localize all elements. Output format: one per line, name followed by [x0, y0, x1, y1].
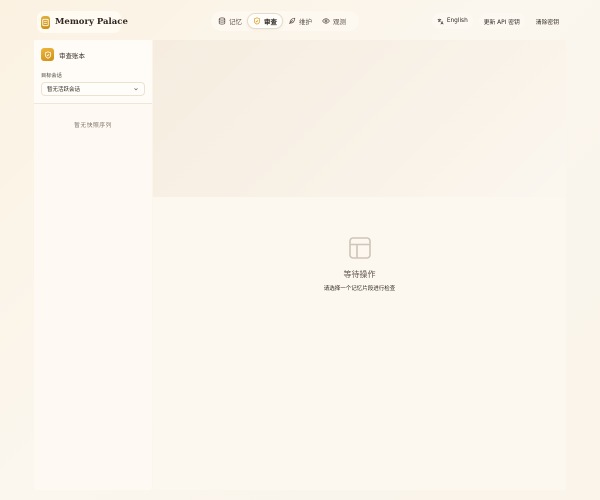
clear-key-button[interactable]: 清除密钥: [531, 13, 564, 29]
chevron-down-icon: [134, 88, 138, 91]
update-api-key-label: 更新 API 密钥: [483, 19, 520, 26]
tab-memory-label: 记忆: [229, 18, 242, 26]
tab-review[interactable]: 审查: [247, 13, 283, 29]
feather-icon: [288, 17, 296, 25]
sidebar-header: 审查账本 目标会话 暂无活跃会话: [34, 40, 152, 104]
empty-state-title: 等待操作: [343, 270, 376, 279]
tab-memory[interactable]: 记忆: [213, 13, 247, 29]
snapshot-empty-text: 暂无快照序列: [74, 123, 112, 129]
book-icon: [41, 15, 50, 29]
sidebar-title-row: 审查账本: [41, 47, 145, 62]
shield-icon: [41, 48, 54, 61]
tab-review-label: 审查: [264, 18, 277, 26]
sidebar-title: 审查账本: [59, 51, 85, 60]
app-title: Memory Palace: [55, 17, 128, 27]
translate-icon: [437, 18, 444, 24]
empty-state: 等待操作 请选择一个记忆片段进行检查: [153, 236, 566, 292]
main-top-area: [153, 40, 566, 197]
update-api-key-button[interactable]: 更新 API 密钥: [478, 13, 525, 29]
language-label: English: [446, 18, 468, 24]
header-actions: English 更新 API 密钥 清除密钥: [431, 13, 564, 29]
tab-observe-label: 观测: [333, 18, 346, 26]
tab-maintenance[interactable]: 维护: [283, 13, 317, 29]
target-session-value: 暂无活跃会话: [47, 87, 81, 93]
brand[interactable]: Memory Palace: [37, 11, 128, 33]
tab-maintenance-label: 维护: [299, 18, 312, 26]
main-panel: 等待操作 请选择一个记忆片段进行检查: [153, 40, 566, 490]
target-session-select[interactable]: 暂无活跃会话: [41, 82, 145, 96]
tab-observe[interactable]: 观测: [317, 13, 351, 29]
layout-icon: [348, 237, 371, 259]
shield-icon: [254, 17, 260, 25]
database-icon: [218, 17, 226, 25]
main-nav: 记忆 审查 维护 观测: [211, 11, 359, 31]
empty-state-subtitle: 请选择一个记忆片段进行检查: [323, 286, 396, 292]
sidebar: 审查账本 目标会话 暂无活跃会话 暂无快照序列: [34, 40, 152, 490]
language-button[interactable]: English: [431, 13, 473, 29]
clear-key-label: 清除密钥: [535, 19, 559, 26]
target-session-label: 目标会话: [41, 73, 62, 79]
eye-icon: [322, 18, 330, 24]
